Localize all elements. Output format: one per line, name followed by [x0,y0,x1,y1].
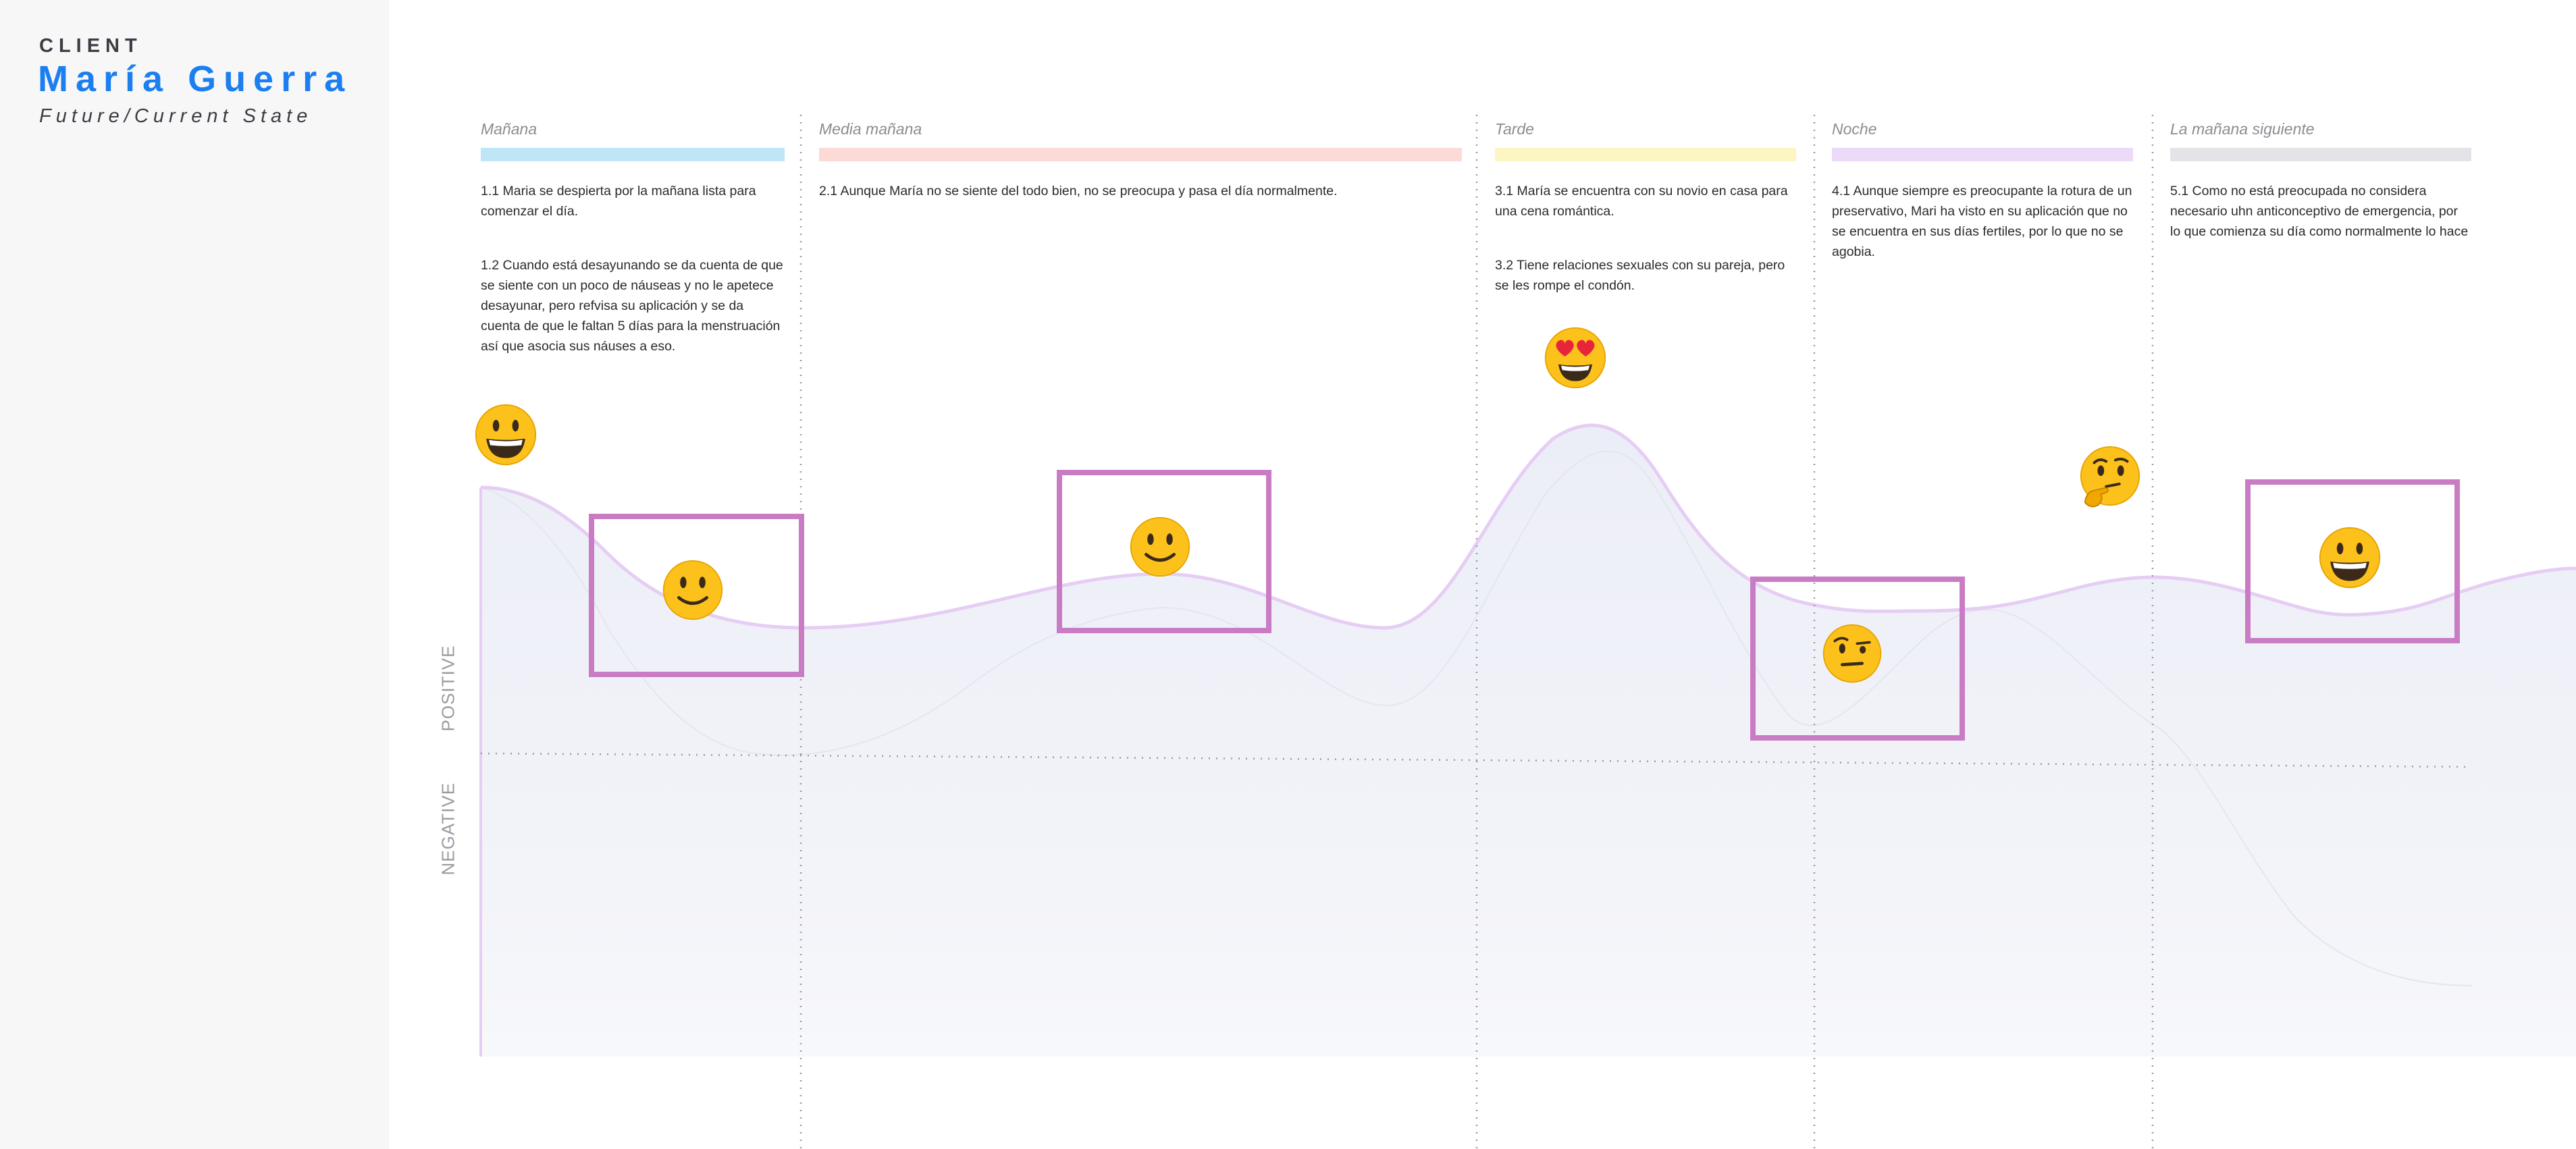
slightly-smiling-face-icon [662,560,723,620]
heart-eyes-face-icon [1544,327,1606,389]
thinking-face-icon [2080,446,2140,508]
emotion-area [481,425,2576,1057]
raised-eyebrow-face-icon [1822,624,1882,683]
slightly-smiling-face-icon [1130,516,1190,577]
emotion-journey-diagram [479,115,2576,1149]
grinning-face-icon [2319,527,2381,589]
grinning-face-icon [475,404,537,466]
